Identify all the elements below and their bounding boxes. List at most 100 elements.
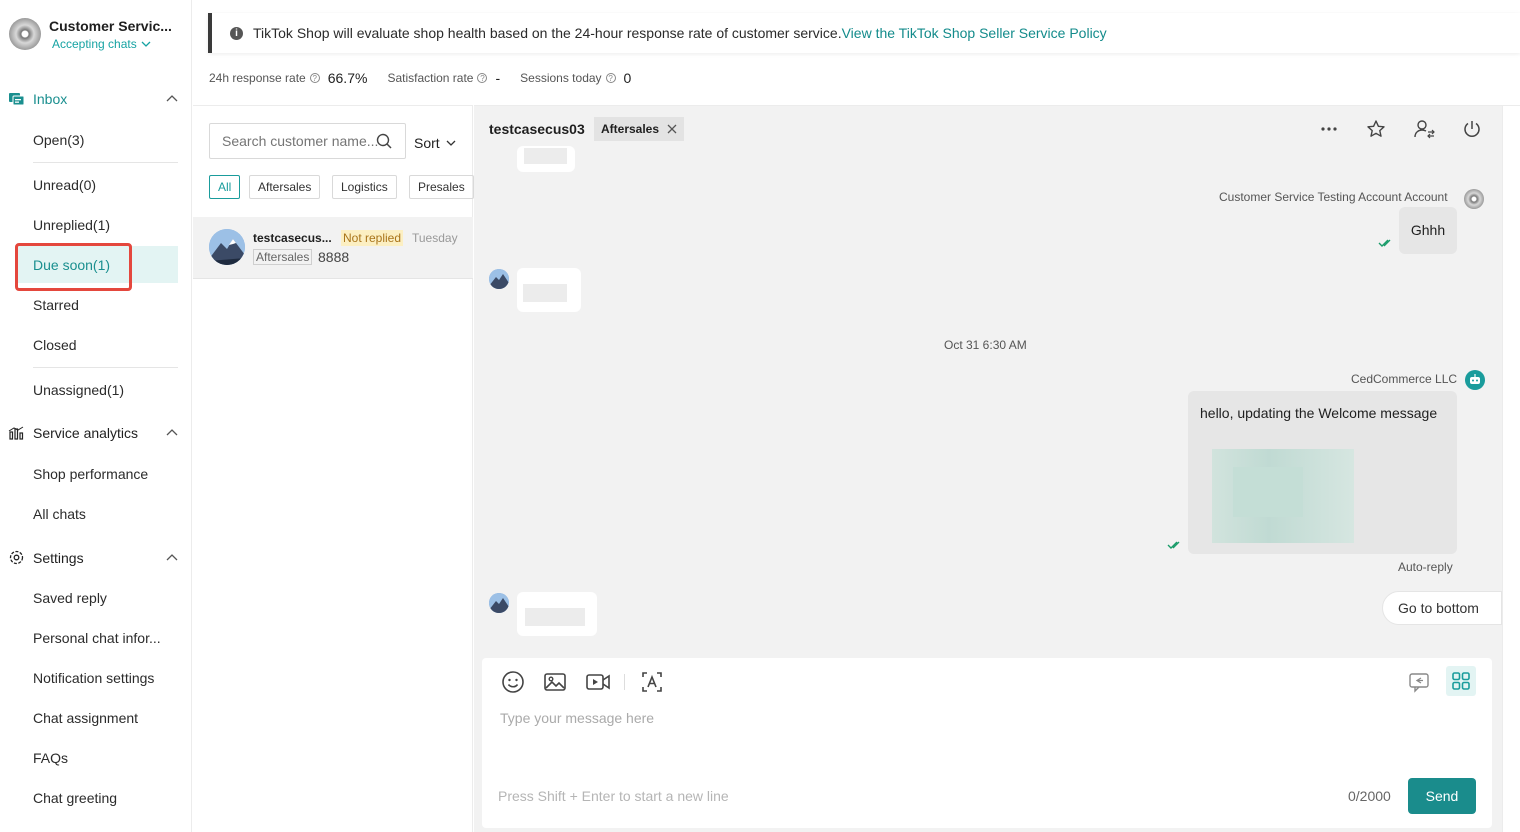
banner-text: TikTok Shop will evaluate shop health ba… [253,25,842,41]
stat-response-label: 24h response rate [209,71,306,85]
message-text: hello, updating the Welcome message [1200,405,1438,421]
incoming-message-bubble [517,146,575,172]
close-icon[interactable] [667,124,677,134]
chevron-down-icon [446,140,456,146]
power-icon[interactable] [1462,119,1482,139]
double-check-icon [1167,541,1180,549]
chat-customer-name: testcasecus03 [489,121,585,137]
conversation-item[interactable]: testcasecus... Not replied Tuesday After… [193,217,473,279]
section-inbox-label: Inbox [33,91,68,107]
blurred-content [524,148,567,164]
text-scan-icon[interactable] [640,670,664,694]
nav-unreplied[interactable]: Unreplied(1) [33,217,173,233]
quick-reply-icon[interactable] [1408,671,1430,693]
apps-button[interactable] [1446,666,1476,696]
date-separator: Oct 31 6:30 AM [944,338,1027,352]
nav-personal-chat-info[interactable]: Personal chat infor... [33,630,173,646]
policy-banner: i TikTok Shop will evaluate shop health … [208,13,1520,53]
chevron-up-icon[interactable] [166,552,178,564]
grid-icon [1452,672,1470,690]
filter-logistics[interactable]: Logistics [332,175,397,199]
stats-bar: 24h response rate ? 66.7% Satisfaction r… [209,70,651,86]
character-counter: 0/2000 [1348,788,1391,804]
filter-presales[interactable]: Presales [409,175,474,199]
agent-avatar-small [1464,189,1484,209]
search-icon[interactable] [376,133,392,149]
chat-tag-label: Aftersales [601,122,660,136]
message-input[interactable]: Type your message here [500,710,654,726]
not-replied-badge: Not replied [341,230,404,246]
stat-satisfaction-label: Satisfaction rate [387,71,474,85]
message-composer: Type your message here Press Shift + Ent… [482,658,1492,828]
inbox-icon [9,93,25,106]
conversation-last-message: 8888 [318,249,350,265]
policy-link[interactable]: View the TikTok Shop Seller Service Poli… [842,25,1107,41]
chevron-down-icon [141,41,151,47]
go-to-bottom-button[interactable]: Go to bottom [1382,591,1502,625]
nav-chat-greeting[interactable]: Chat greeting [33,790,173,806]
stat-response-rate: 24h response rate ? 66.7% [209,70,367,86]
nav-unassigned[interactable]: Unassigned(1) [33,382,173,398]
agent-status-label: Accepting chats [52,37,137,51]
nav-all-chats[interactable]: All chats [33,506,173,522]
gear-icon [9,550,24,565]
stat-sessions-label: Sessions today [520,71,602,85]
section-settings[interactable]: Settings [8,549,178,566]
video-icon[interactable] [585,670,611,694]
conversation-time: Tuesday [412,231,458,245]
agent-name: Customer Servic... [49,18,172,34]
transfer-user-icon[interactable] [1414,119,1436,139]
outgoing-message-bubble: Ghhh [1399,207,1457,254]
sort-dropdown[interactable]: Sort [414,135,456,151]
help-icon[interactable]: ? [605,73,616,83]
section-inbox[interactable]: Inbox [8,91,178,107]
customer-avatar [209,229,245,265]
chat-pane: testcasecus03 Aftersales Customer Servic… [474,105,1502,832]
incoming-message-bubble [517,268,581,312]
nav-faqs[interactable]: FAQs [33,750,173,766]
nav-starred[interactable]: Starred [33,297,173,313]
star-icon[interactable] [1366,119,1386,139]
nav-unread[interactable]: Unread(0) [33,177,173,193]
nav-saved-reply[interactable]: Saved reply [33,590,173,606]
customer-avatar-small [489,269,509,289]
section-settings-label: Settings [33,549,84,566]
stat-sessions-value: 0 [623,70,632,86]
nav-shop-performance[interactable]: Shop performance [33,466,173,482]
nav-chat-assignment[interactable]: Chat assignment [33,710,173,726]
chevron-up-icon[interactable] [166,427,178,439]
nav-open[interactable]: Open(3) [33,132,173,148]
info-icon: i [230,26,243,40]
bot-icon [1465,370,1485,390]
divider [33,162,178,163]
outgoing-message-bubble: hello, updating the Welcome message [1188,391,1457,554]
message-sender: CedCommerce LLC [1351,372,1458,386]
more-icon[interactable] [1319,119,1339,139]
sidebar: Customer Servic... Accepting chats Inbox… [0,0,192,832]
message-sender: Customer Service Testing Account Account [1219,190,1448,204]
blurred-content [525,608,585,626]
section-service-analytics[interactable]: Service analytics [8,425,178,441]
nav-closed[interactable]: Closed [33,337,173,353]
help-icon[interactable]: ? [309,73,320,83]
incoming-message-bubble [517,592,597,636]
composer-hint: Press Shift + Enter to start a new line [498,788,729,804]
customer-avatar-small [489,593,509,613]
agent-status-dropdown[interactable]: Accepting chats [52,37,151,51]
bar-chart-icon [8,426,24,440]
conversation-name: testcasecus... [253,231,332,245]
image-icon[interactable] [543,670,567,694]
divider [33,367,178,368]
emoji-icon[interactable] [501,670,525,694]
nav-notification-settings[interactable]: Notification settings [33,670,173,686]
filter-all[interactable]: All [209,175,241,199]
auto-reply-label: Auto-reply [1398,560,1453,574]
help-icon[interactable]: ? [477,73,488,83]
sort-label: Sort [414,135,440,151]
agent-avatar[interactable] [9,18,41,50]
stat-response-value: 66.7% [327,70,368,86]
send-button[interactable]: Send [1408,778,1476,814]
chevron-up-icon[interactable] [166,93,178,105]
filter-aftersales[interactable]: Aftersales [249,175,321,199]
blurred-image-detail [1233,467,1303,517]
